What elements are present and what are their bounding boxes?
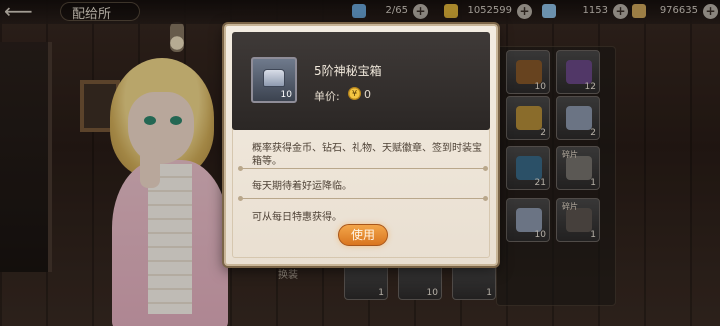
use-button[interactable]: 使用 bbox=[338, 224, 388, 246]
price-coin-icon: ¥ bbox=[348, 87, 361, 100]
divider bbox=[238, 166, 488, 171]
item-detail-popup: 10 5阶神秘宝箱 单价: ¥ 0 概率获得金币、钻石、礼物、天赋徽章、签到时装… bbox=[224, 24, 498, 266]
item-icon: 10 bbox=[251, 57, 297, 103]
divider bbox=[238, 196, 488, 201]
price-label: 单价: bbox=[314, 90, 340, 103]
item-count: 10 bbox=[280, 90, 292, 100]
item-description: 概率获得金币、钻石、礼物、天赋徽章、签到时装宝箱等。 bbox=[252, 143, 482, 167]
item-source-text: 可从每日特惠获得。 bbox=[252, 212, 342, 223]
item-flavor-text: 每天期待着好运降临。 bbox=[252, 181, 352, 192]
item-header-panel: 10 5阶神秘宝箱 单价: ¥ 0 bbox=[232, 32, 490, 130]
game-screen: 10 12 2 2 21 碎片 1 10 碎片 1 1 10 1 换装 ⟵ 配给所 2/65 + 10… bbox=[0, 0, 720, 326]
item-name: 5阶神秘宝箱 bbox=[314, 64, 382, 78]
treasure-chest-icon bbox=[263, 69, 285, 87]
price-value: 0 bbox=[364, 88, 371, 101]
